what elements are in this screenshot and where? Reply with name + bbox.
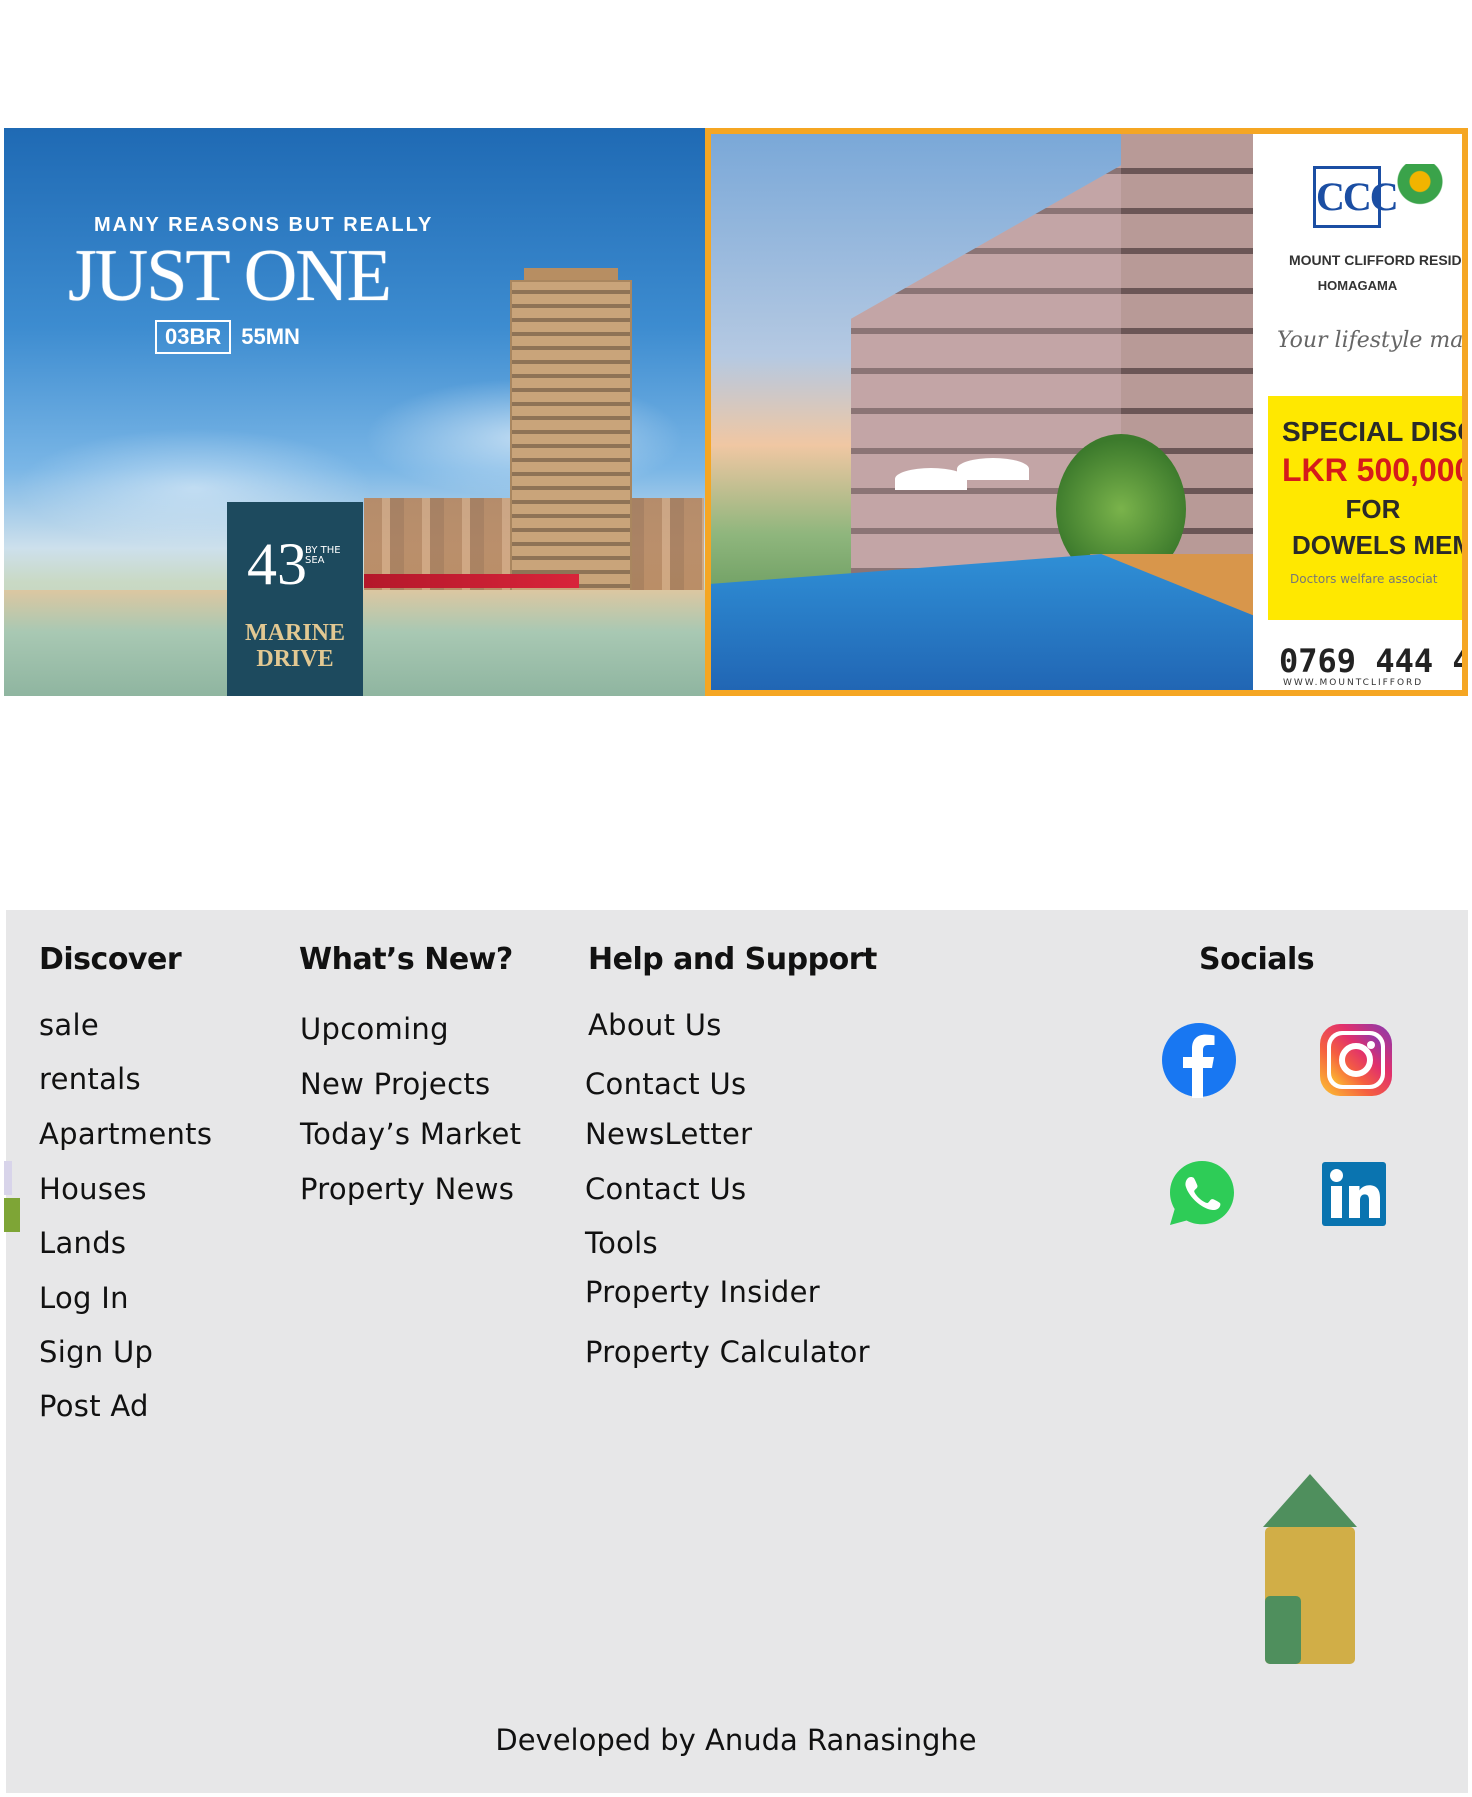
banner-umbrella xyxy=(957,458,1029,480)
footer-link-contact-us[interactable]: Contact Us xyxy=(585,1067,746,1101)
footer-link-about-us[interactable]: About Us xyxy=(588,1008,722,1042)
footer-link-property-calculator[interactable]: Property Calculator xyxy=(585,1335,870,1369)
linkedin-icon[interactable] xyxy=(1318,1158,1394,1234)
marine-drive-logo: 43 BY THE SEA MARINE DRIVE xyxy=(227,502,363,696)
side-accent xyxy=(4,1161,12,1195)
banner-project-name: MOUNT CLIFFORD RESIDEN xyxy=(1289,252,1462,268)
side-accent xyxy=(4,1198,20,1232)
banner-inner: CCC MOUNT CLIFFORD RESIDEN HOMAGAMA Your… xyxy=(711,134,1462,690)
banner-location: HOMAGAMA xyxy=(1317,278,1398,293)
banner-phone: 0769 444 44 xyxy=(1279,642,1462,680)
footer-link-houses[interactable]: Houses xyxy=(39,1172,147,1206)
facebook-icon[interactable] xyxy=(1161,1022,1237,1098)
footer-link-new-projects[interactable]: New Projects xyxy=(300,1067,490,1101)
banner-tower xyxy=(510,280,632,592)
badge-name-line2: DRIVE xyxy=(256,646,334,672)
footer-link-log-in[interactable]: Log In xyxy=(39,1281,129,1315)
footer-link-apartments[interactable]: Apartments xyxy=(39,1117,212,1151)
banner-headline: JUST ONE xyxy=(68,235,392,317)
badge-name-line1: MARINE xyxy=(245,620,345,646)
banner-specs: 03BR 55MN xyxy=(155,320,300,354)
mount-clifford-logo-icon xyxy=(1391,164,1449,214)
footer-link-property-news[interactable]: Property News xyxy=(300,1172,514,1206)
banner-tagline: Your lifestyle maker xyxy=(1277,328,1462,353)
banner-train xyxy=(364,574,579,588)
developer-credit: Developed by Anuda Ranasinghe xyxy=(495,1723,977,1757)
badge-small-text: BY THE SEA xyxy=(305,545,341,566)
promo-line5: Doctors welfare associat xyxy=(1290,572,1438,586)
promo-line1: SPECIAL DISCOU xyxy=(1282,416,1462,447)
banner-website: WWW.MOUNTCLIFFORD xyxy=(1283,678,1424,688)
socials-title: Socials xyxy=(1199,942,1315,977)
footer-link-sign-up[interactable]: Sign Up xyxy=(39,1335,153,1369)
discover-title: Discover xyxy=(39,942,182,977)
banner-price: 55MN xyxy=(241,324,300,349)
banner-row: MANY REASONS BUT REALLY JUST ONE 03BR 55… xyxy=(4,128,1468,696)
ad-banner-marine-drive[interactable]: MANY REASONS BUT REALLY JUST ONE 03BR 55… xyxy=(4,128,705,696)
footer-link-lands[interactable]: Lands xyxy=(39,1226,126,1260)
footer-link-property-insider[interactable]: Property Insider xyxy=(585,1275,820,1309)
banner-promo-box: SPECIAL DISCOU LKR 500,000/ FOR DOWELS M… xyxy=(1268,396,1462,620)
footer-link-contact-us-2[interactable]: Contact Us xyxy=(585,1172,746,1206)
help-support-title: Help and Support xyxy=(588,942,877,977)
footer-link-upcoming[interactable]: Upcoming xyxy=(300,1012,449,1046)
footer-link-post-ad[interactable]: Post Ad xyxy=(39,1389,149,1423)
footer-link-sale[interactable]: sale xyxy=(39,1008,99,1042)
whats-new-title: What’s New? xyxy=(299,942,513,977)
footer-link-tools[interactable]: Tools xyxy=(585,1226,658,1260)
footer-link-rentals[interactable]: rentals xyxy=(39,1062,141,1096)
footer-link-todays-market[interactable]: Today’s Market xyxy=(300,1117,521,1151)
footer-link-newsletter[interactable]: NewsLetter xyxy=(585,1117,752,1151)
banner-bedrooms: 03BR xyxy=(155,320,232,354)
instagram-icon[interactable] xyxy=(1318,1022,1394,1098)
badge-name: MARINE DRIVE xyxy=(227,620,363,672)
house-logo-icon xyxy=(1263,1474,1357,1668)
promo-line3: FOR xyxy=(1345,494,1401,524)
ccc-logo: CCC xyxy=(1313,166,1399,228)
banner-info-panel: CCC MOUNT CLIFFORD RESIDEN HOMAGAMA Your… xyxy=(1253,134,1462,690)
ad-banner-mount-clifford[interactable]: CCC MOUNT CLIFFORD RESIDEN HOMAGAMA Your… xyxy=(705,128,1468,696)
promo-line4: DOWELS MEMBER xyxy=(1292,530,1462,560)
whatsapp-icon[interactable] xyxy=(1164,1155,1240,1231)
promo-line2: LKR 500,000/ xyxy=(1282,452,1462,488)
badge-number: 43 xyxy=(247,531,307,597)
